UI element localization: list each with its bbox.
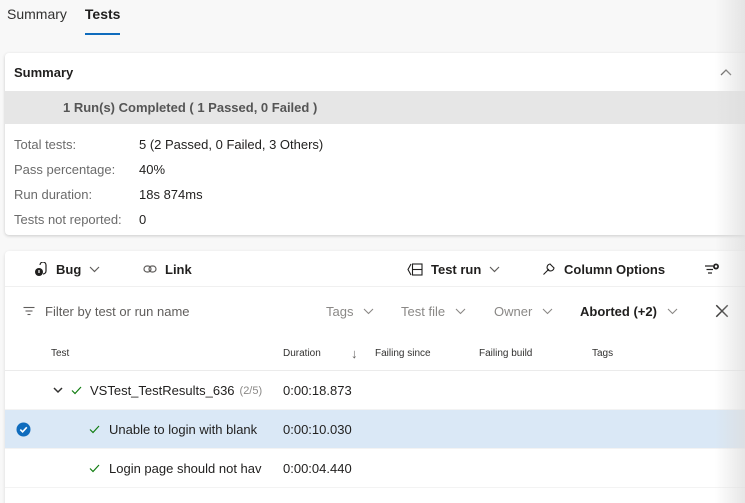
- stat-value: 5 (2 Passed, 0 Failed, 3 Others): [139, 137, 324, 152]
- chevron-down-icon: [364, 308, 374, 314]
- column-header-test[interactable]: Test: [51, 335, 69, 371]
- stat-tests-not-reported: Tests not reported: 0: [5, 207, 745, 232]
- check-icon: [71, 386, 82, 395]
- test-name: VSTest_TestResults_636: [90, 383, 235, 398]
- checkmark-circle-icon: [16, 422, 31, 437]
- test-results-panel: Bug Link Test run Column Options Filter …: [5, 251, 745, 503]
- bug-icon: [35, 261, 47, 276]
- link-icon: [143, 265, 157, 273]
- filter-toggle-button[interactable]: [704, 251, 728, 287]
- chevron-up-icon: [720, 69, 732, 76]
- outcome-filter-label: Aborted (+2): [580, 303, 657, 319]
- column-options-button[interactable]: Column Options: [542, 251, 665, 287]
- tab-bar: Summary Tests: [0, 0, 131, 40]
- stat-total-tests: Total tests: 5 (2 Passed, 0 Failed, 3 Ot…: [5, 132, 745, 157]
- test-file-filter-dropdown[interactable]: Test file: [401, 287, 466, 335]
- test-name-cell: Unable to login with blank: [89, 410, 265, 449]
- chevron-down-icon: [542, 308, 553, 314]
- column-header-duration[interactable]: Duration: [283, 335, 321, 371]
- group-by-icon: [407, 262, 423, 276]
- stat-label: Pass percentage:: [14, 162, 116, 177]
- test-name: Unable to login with blank: [109, 422, 258, 437]
- stat-pass-percentage: Pass percentage: 40%: [5, 157, 745, 182]
- stat-label: Tests not reported:: [14, 212, 122, 227]
- test-name-cell: Login page should not hav: [89, 449, 265, 488]
- bug-button[interactable]: Bug: [34, 251, 100, 287]
- wrench-icon: [543, 263, 555, 275]
- test-name: Login page should not hav: [109, 461, 262, 476]
- tab-summary[interactable]: Summary: [7, 0, 67, 40]
- test-run-dropdown[interactable]: Test run: [407, 251, 500, 287]
- table-row[interactable]: Login page should not hav 0:00:04.440: [5, 449, 745, 488]
- collapse-button[interactable]: [716, 62, 736, 82]
- chevron-down-icon: [89, 266, 100, 272]
- stat-value: 40%: [139, 162, 166, 177]
- summary-card: Summary 1 Run(s) Completed ( 1 Passed, 0…: [5, 53, 745, 235]
- filter-placeholder: Filter by test or run name: [45, 303, 190, 319]
- owner-filter-dropdown[interactable]: Owner: [494, 287, 553, 335]
- sort-descending-icon[interactable]: ↓: [351, 335, 358, 371]
- bug-label: Bug: [56, 261, 82, 277]
- duration-cell: 0:00:04.440: [283, 461, 352, 476]
- link-label: Link: [165, 261, 192, 277]
- filter-active-icon: [705, 263, 719, 274]
- chevron-down-icon: [455, 308, 466, 314]
- stat-run-duration: Run duration: 18s 874ms: [5, 182, 745, 207]
- duration-cell: 0:00:18.873: [283, 383, 352, 398]
- stat-label: Total tests:: [14, 137, 77, 152]
- table-row[interactable]: VSTest_TestResults_636 (2/5) 0:00:18.873: [5, 371, 745, 410]
- outcome-filter-dropdown[interactable]: Aborted (+2): [580, 287, 678, 335]
- stat-value: 18s 874ms: [139, 187, 203, 202]
- test-name-cell: VSTest_TestResults_636 (2/5): [53, 371, 283, 410]
- test-file-filter-label: Test file: [401, 303, 446, 319]
- row-selected-checkbox[interactable]: [16, 410, 31, 449]
- test-run-label: Test run: [431, 261, 482, 277]
- column-options-label: Column Options: [564, 261, 666, 277]
- summary-title: Summary: [14, 64, 74, 80]
- chevron-down-icon: [489, 266, 500, 272]
- stat-label: Run duration:: [14, 187, 93, 202]
- duration-cell: 0:00:10.030: [283, 422, 352, 437]
- check-icon: [89, 425, 100, 434]
- chevron-down-icon[interactable]: [53, 387, 63, 394]
- column-header-failing-build[interactable]: Failing build: [479, 335, 532, 371]
- tags-filter-label: Tags: [326, 303, 354, 319]
- column-header-failing-since[interactable]: Failing since: [375, 335, 431, 371]
- tags-filter-dropdown[interactable]: Tags: [326, 287, 374, 335]
- table-row[interactable]: Unable to login with blank 0:00:10.030: [5, 410, 745, 449]
- test-count: (2/5): [239, 384, 263, 397]
- filter-bar: Filter by test or run name Tags Test fil…: [5, 287, 745, 335]
- chevron-down-icon: [667, 308, 678, 314]
- stats-list: Total tests: 5 (2 Passed, 0 Failed, 3 Ot…: [5, 124, 745, 232]
- clear-filters-icon[interactable]: [714, 303, 730, 319]
- run-summary-banner: 1 Run(s) Completed ( 1 Passed, 0 Failed …: [5, 91, 745, 124]
- stat-value: 0: [139, 212, 147, 227]
- column-header-tags[interactable]: Tags: [592, 335, 613, 371]
- toolbar: Bug Link Test run Column Options: [5, 251, 745, 287]
- summary-header: Summary: [5, 53, 745, 91]
- link-button[interactable]: Link: [143, 251, 192, 287]
- filter-icon: [23, 306, 35, 316]
- grid-header: Test Duration ↓ Failing since Failing bu…: [5, 335, 745, 371]
- owner-filter-label: Owner: [494, 303, 533, 319]
- tab-tests[interactable]: Tests: [84, 0, 120, 40]
- check-icon: [89, 464, 100, 473]
- filter-search-input[interactable]: Filter by test or run name: [23, 287, 303, 335]
